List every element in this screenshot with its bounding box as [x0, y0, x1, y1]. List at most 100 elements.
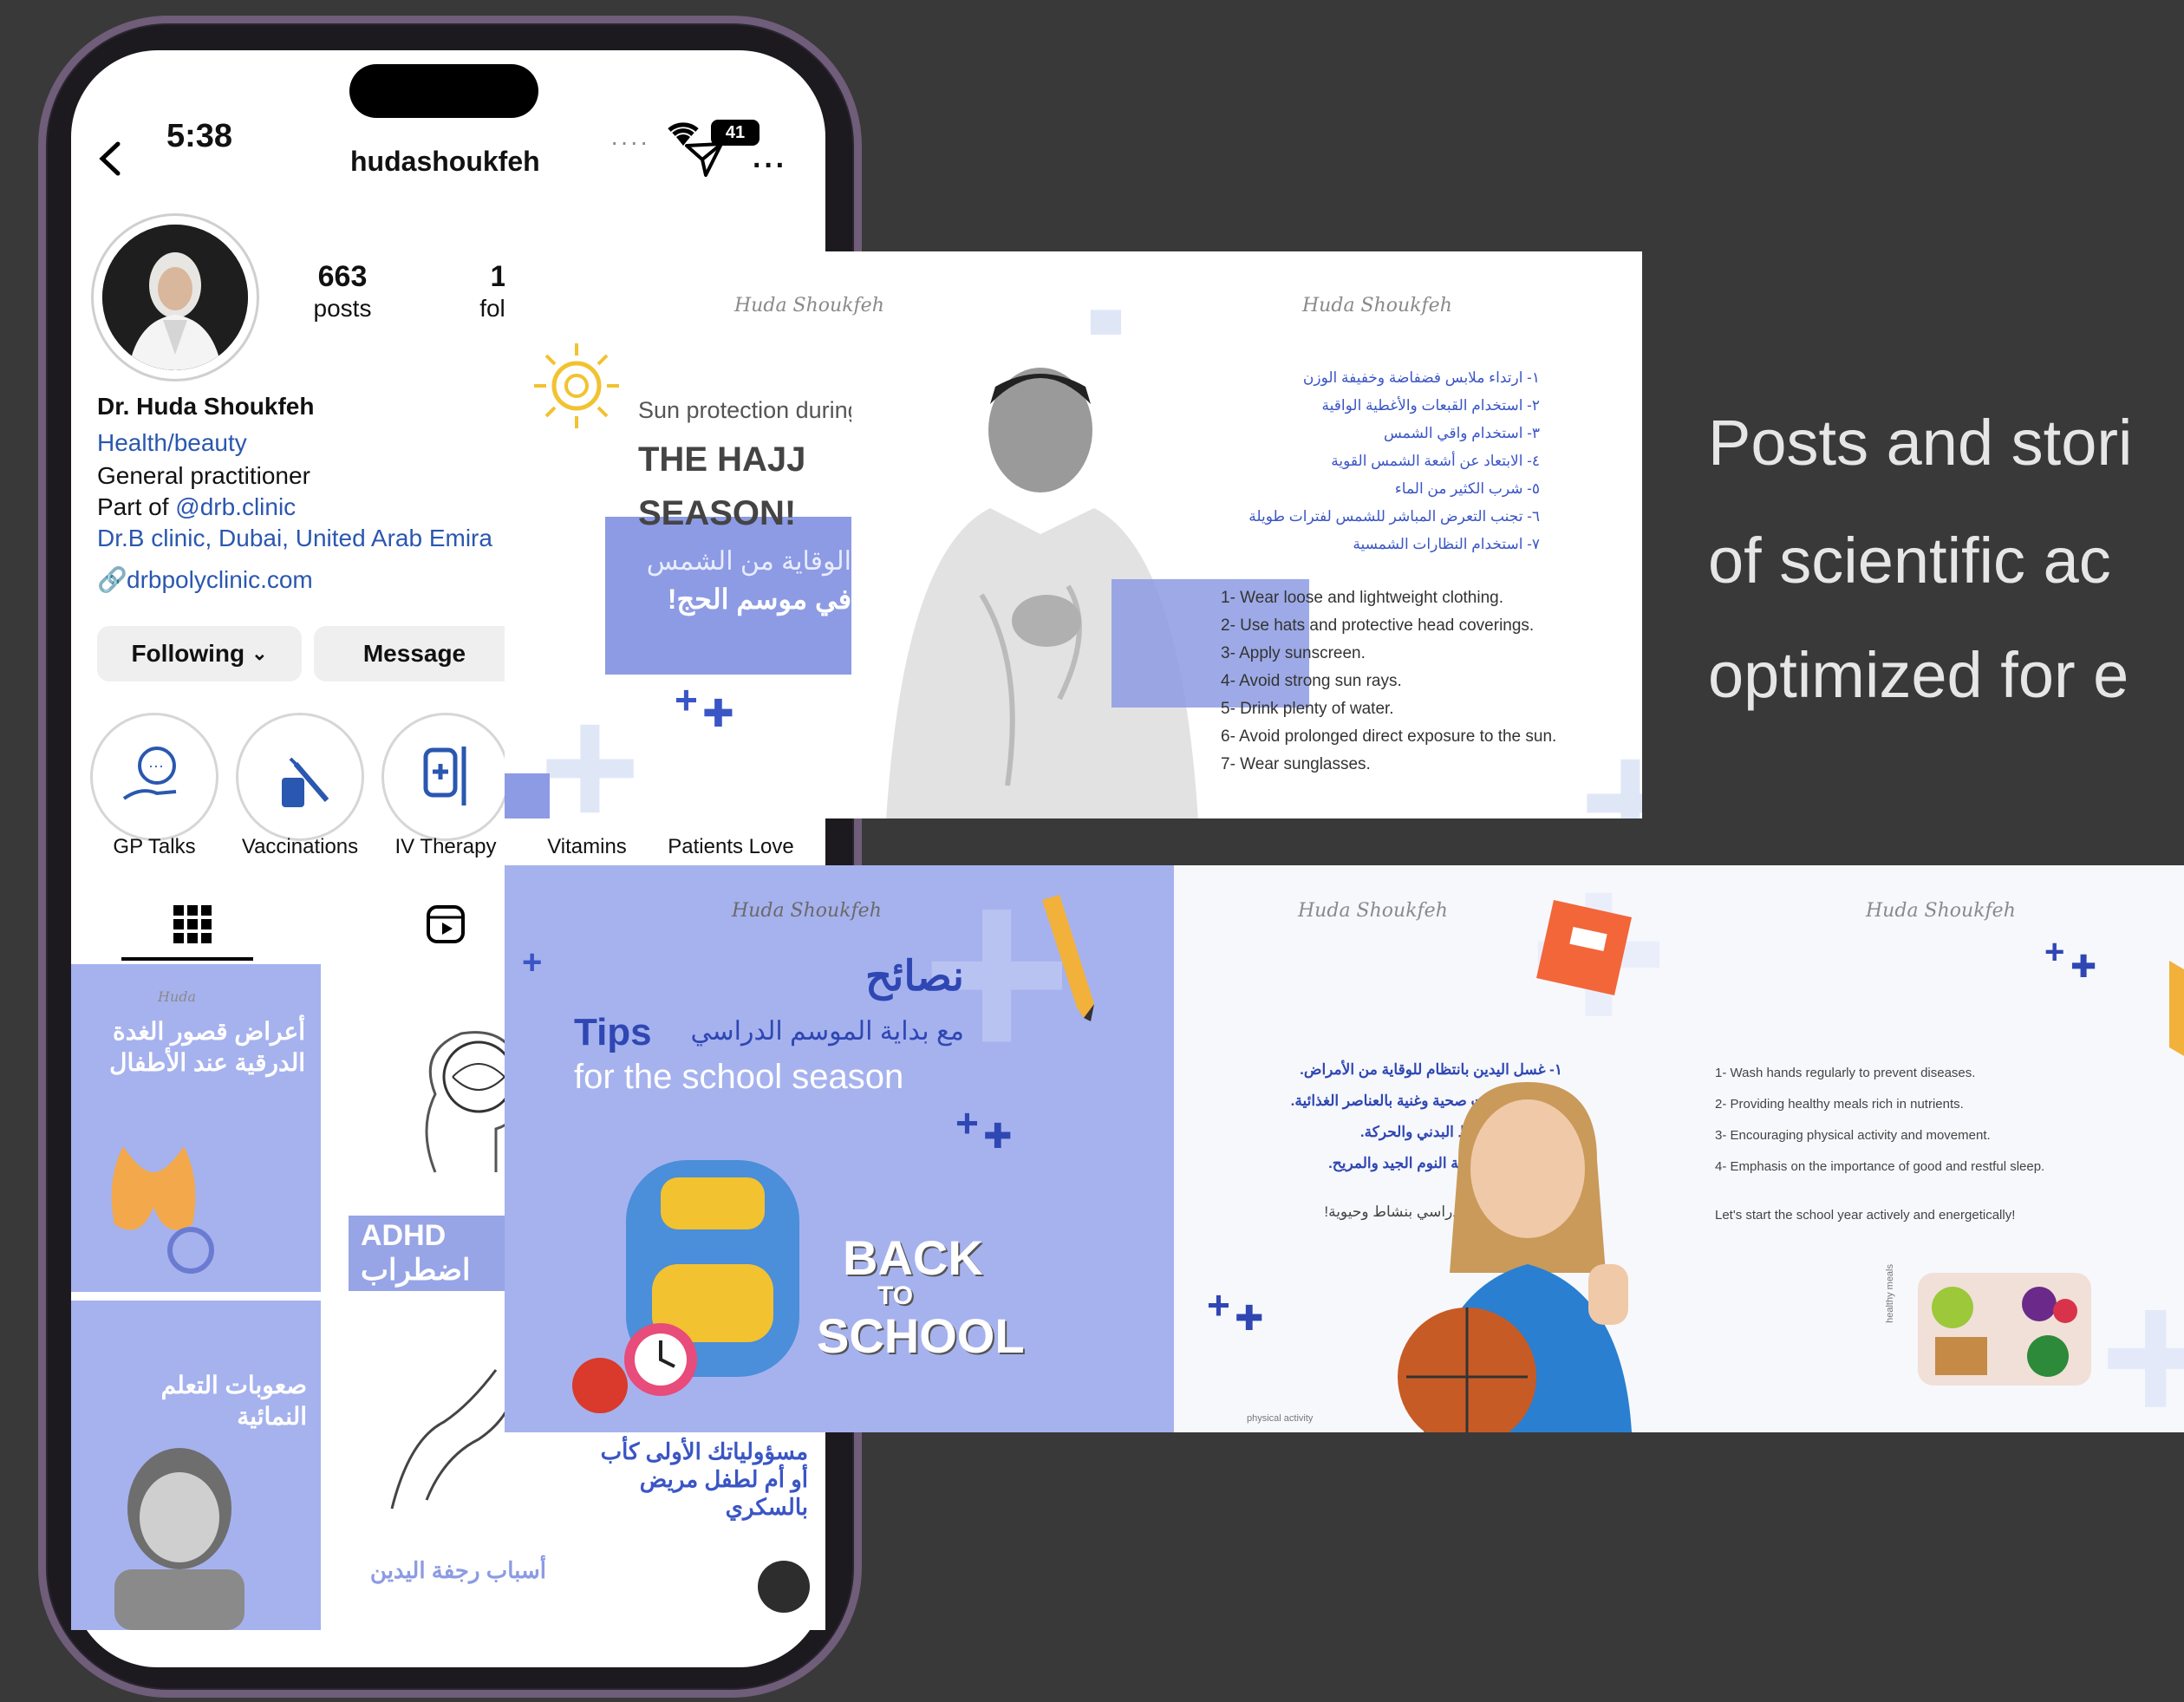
reels-tab-icon[interactable]: [425, 903, 466, 945]
grid-tab-icon[interactable]: [170, 902, 215, 947]
signature: Huda Shoukfeh: [732, 900, 882, 922]
pencil-illustration: [1042, 895, 1094, 1021]
school-tips-word: Tips: [574, 1011, 652, 1053]
part-of-prefix: Part of: [97, 493, 176, 520]
highlight-label: Vitamins: [547, 835, 627, 858]
highlight-label: Patients Love: [668, 835, 794, 858]
school-arabic-title: نصائح: [865, 954, 964, 1000]
grid-post-diabetes[interactable]: مسؤولياتك الأولى كأب أو أم لطفل مريض بال…: [576, 1422, 825, 1630]
highlight-gp-talks[interactable]: ···: [90, 713, 218, 841]
highlight-iv-therapy[interactable]: [381, 713, 510, 841]
caption-line: Posts and stori: [1708, 407, 2133, 479]
english-tip: 1- Wear loose and lightweight clothing.: [1221, 589, 1504, 607]
side-label: healthy meals: [1885, 1264, 1895, 1323]
signature: Huda Shoukfeh: [734, 295, 884, 316]
caption-line: of scientific ac: [1708, 525, 2111, 597]
posts-label: posts: [313, 295, 372, 322]
school-arabic-sub: مع بداية الموسم الدراسي: [690, 1017, 964, 1046]
profile-website[interactable]: 🔗drbpolyclinic.com: [97, 565, 313, 595]
post-title: صعوبات التعلم النمائية: [160, 1372, 307, 1430]
signature: Huda Shoukfeh: [1302, 295, 1452, 316]
girl-photo: [114, 1448, 244, 1630]
school-english-sub: for the school season: [574, 1058, 904, 1096]
to-word: TO: [877, 1281, 914, 1310]
tab-underline: [121, 957, 253, 961]
following-button[interactable]: Following ⌄: [97, 626, 302, 681]
grid-post-thyroid[interactable]: Huda أعراض قصور الغدة الدرقية عند الأطفا…: [71, 964, 321, 1292]
hajj-title-line1: THE HAJJ: [638, 440, 806, 479]
lunchbox-illustration: [1918, 1273, 2091, 1386]
english-tip: 2- Providing healthy meals rich in nutri…: [1715, 1097, 1964, 1112]
arabic-tip: ٦- تجنب التعرض المباشر للشمس لفترات طويل…: [1248, 508, 1540, 525]
english-tip: 4- Emphasis on the importance of good an…: [1715, 1159, 2045, 1174]
plus-outline-decoration: ✚: [1235, 1300, 1264, 1338]
adhd-label: ADHD: [361, 1219, 447, 1252]
plus-decoration: +: [1207, 1282, 1230, 1327]
school-english-tips: 1- Wash hands regularly to prevent disea…: [1715, 1058, 2166, 1231]
plus-decoration: +: [2044, 933, 2065, 971]
hajj-title-line2: SEASON!: [638, 494, 797, 532]
arabic-tip: ٧- استخدام النظارات الشمسية: [1353, 536, 1540, 552]
post-signature: Huda: [158, 988, 197, 1005]
chevron-down-icon: ⌄: [251, 642, 268, 664]
profile-category: Health/beauty: [97, 429, 247, 456]
backpack-illustration: [572, 1160, 799, 1413]
highlight-vaccinations[interactable]: [236, 713, 364, 841]
svg-text:···: ···: [148, 757, 164, 774]
arabic-tip: ١- ارتداء ملابس فضفاضة وخفيفة الوزن: [1302, 369, 1540, 386]
send-icon[interactable]: [683, 139, 725, 180]
dynamic-island: [349, 64, 538, 118]
plus-decoration: +: [522, 943, 543, 981]
link-icon: 🔗: [97, 566, 127, 593]
message-label: Message: [362, 640, 466, 667]
grid-post-learning[interactable]: صعوبات التعلم النمائية: [71, 1301, 321, 1630]
english-tip: 1- Wash hands regularly to prevent disea…: [1715, 1066, 1976, 1080]
more-options-icon[interactable]: ···: [753, 149, 787, 183]
profile-name: Dr. Huda Shoukfeh: [97, 393, 315, 420]
chat-hand-icon: ···: [122, 747, 177, 800]
caption-line: optimized for e: [1708, 639, 2129, 711]
arabic-tip: ٤- الابتعاد عن أشعة الشمس القوية: [1331, 453, 1540, 469]
back-arrow-icon[interactable]: [94, 137, 128, 180]
girl-photo: [1398, 1082, 1632, 1432]
school-word: SCHOOL: [817, 1308, 1025, 1363]
profile-location[interactable]: Dr.B clinic, Dubai, United Arab Emira: [97, 524, 505, 553]
part-of-link[interactable]: @drb.clinic: [175, 493, 296, 520]
profile-avatar[interactable]: [91, 213, 259, 381]
signature: Huda Shoukfeh: [1866, 900, 2016, 922]
plus-decoration: +: [955, 1100, 979, 1145]
signature: Huda Shoukfeh: [1298, 900, 1448, 922]
profile-username: hudashoukfeh: [350, 146, 540, 177]
english-tip: 5- Drink plenty of water.: [1221, 700, 1394, 718]
syringe-icon: [282, 757, 329, 807]
blue-corner: [505, 773, 550, 818]
highlight-label: GP Talks: [113, 835, 196, 858]
highlight-label: IV Therapy: [394, 835, 497, 858]
english-tip: 6- Avoid prolonged direct exposure to th…: [1221, 727, 1557, 746]
battery-level: 41: [725, 122, 746, 142]
english-tip: 2- Use hats and protective head covering…: [1221, 616, 1535, 635]
thyroid-illustration: [111, 1146, 214, 1274]
english-tip: 7- Wear sunglasses.: [1221, 755, 1371, 773]
posts-count: 663: [317, 260, 368, 293]
plus-decoration: +: [675, 677, 698, 722]
post-title: أسباب رجفة اليدين: [369, 1557, 546, 1583]
sun-icon: [534, 343, 619, 428]
plus-outline-decoration: ✚: [702, 693, 734, 735]
post-title: أعراض قصور الغدة الدرقية عند الأطفال: [109, 1018, 305, 1076]
school-post-card: + + + + Huda Shoukfeh Huda Shoukfeh Huda…: [505, 865, 2184, 1432]
hajj-arabic-line1: الوقاية من الشمس: [646, 547, 851, 576]
book-illustration: [1536, 900, 1632, 995]
english-closing: Let's start the school year actively and…: [1715, 1208, 2016, 1223]
message-button[interactable]: Message: [314, 626, 515, 681]
website-text: drbpolyclinic.com: [127, 566, 313, 593]
arabic-tip: ٥- شرب الكثير من الماء: [1394, 480, 1540, 497]
hajj-english-tips: 1- Wear loose and lightweight clothing. …: [1221, 584, 1637, 779]
plus-watermark: +: [2100, 1249, 2184, 1432]
hajj-arabic-line2: في موسم الحج!: [667, 584, 851, 615]
english-tip: 3- Apply sunscreen.: [1221, 644, 1366, 662]
pilgrim-photo: [851, 335, 1216, 818]
pencil-illustration: [2169, 961, 2184, 1056]
plus-outline-decoration: ✚: [983, 1118, 1013, 1156]
hajj-subtitle: Sun protection during: [638, 397, 861, 423]
